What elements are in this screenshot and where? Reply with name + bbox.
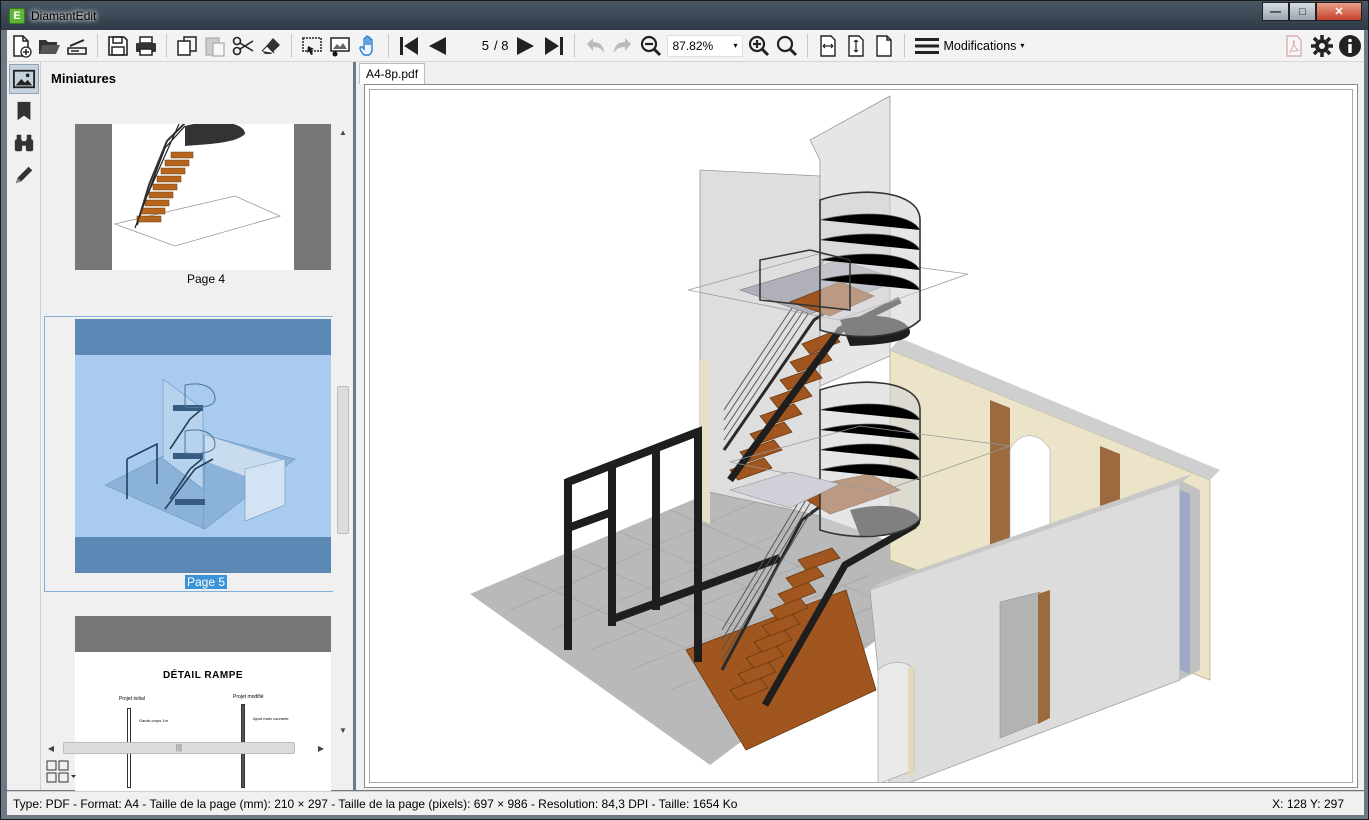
window-title: DiamantEdit: [31, 8, 97, 23]
thumbnail-col1: Projet initial: [119, 696, 145, 702]
thumbnail-label: Page 5: [184, 575, 228, 589]
close-button[interactable]: ✕: [1316, 2, 1362, 21]
toolbar-separator: [97, 33, 98, 58]
binoculars-icon[interactable]: [9, 128, 39, 158]
thumbnail-page-4[interactable]: Page 4: [45, 124, 333, 294]
modifications-menu-label: Modifications: [943, 38, 1017, 53]
document-tab[interactable]: A4-8p.pdf: [359, 63, 426, 84]
first-page-icon[interactable]: [395, 32, 423, 60]
scroll-left-icon[interactable]: ◀: [43, 744, 59, 753]
new-document-icon[interactable]: [7, 32, 35, 60]
minimize-button[interactable]: —: [1262, 2, 1289, 21]
open-folder-icon[interactable]: [35, 32, 63, 60]
eraser-icon[interactable]: [257, 32, 285, 60]
scrollbar-thumb[interactable]: |||: [63, 742, 295, 754]
scan-icon[interactable]: [63, 32, 91, 60]
page-fit-height-icon[interactable]: [842, 32, 870, 60]
maximize-button[interactable]: □: [1289, 2, 1316, 21]
toolbar: / 8 87.82% ▾ Modifications ▾: [7, 30, 1364, 62]
thumbnail-layout-button[interactable]: [45, 758, 81, 786]
thumbnail-note1: Garde-corps 1m: [139, 718, 168, 723]
page-total: / 8: [494, 38, 509, 53]
pdf-icon[interactable]: [1280, 32, 1308, 60]
thumbnail-page-5-image: [75, 319, 331, 573]
toolbar-separator: [291, 33, 292, 58]
previous-page-icon[interactable]: [423, 32, 451, 60]
info-icon[interactable]: [1336, 32, 1364, 60]
zoom-value: 87.82%: [672, 38, 714, 53]
grid-view-icon: [46, 760, 76, 783]
document-info: Type: PDF - Format: A4 - Taille de la pa…: [13, 796, 738, 811]
modifications-menu[interactable]: Modifications ▾: [911, 32, 1028, 60]
bookmark-icon[interactable]: [9, 96, 39, 126]
thumbnail-page-5[interactable]: Page 5: [44, 316, 333, 592]
status-bar: Type: PDF - Format: A4 - Taille de la pa…: [7, 791, 1364, 815]
paste-icon[interactable]: [201, 32, 229, 60]
scroll-up-icon[interactable]: ▲: [335, 124, 351, 140]
settings-icon[interactable]: [1308, 32, 1336, 60]
pencil-icon[interactable]: [9, 160, 39, 190]
zoom-dropdown[interactable]: 87.82% ▾: [667, 34, 744, 57]
window-controls: — □ ✕: [1262, 2, 1362, 21]
thumbnails-panel: Miniatures Page 4 Page 5 DÉTAIL RAMPE Pr…: [41, 62, 353, 796]
cut-icon[interactable]: [229, 32, 257, 60]
page-number-input[interactable]: [451, 34, 491, 57]
thumbnails-vertical-scrollbar[interactable]: ▲ ▼: [335, 124, 351, 738]
document-viewer: A4-8p.pdf: [356, 62, 1364, 790]
thumbnail-page-6-image: DÉTAIL RAMPE Projet initial Projet modif…: [75, 616, 331, 796]
thumbnails-horizontal-scrollbar[interactable]: ◀ ||| ▶: [43, 740, 333, 756]
page-content[interactable]: [369, 89, 1353, 783]
toolbar-separator: [904, 33, 906, 58]
scroll-right-icon[interactable]: ▶: [313, 744, 329, 753]
panel-icon-strip: [7, 62, 41, 790]
staircase-rendering: [470, 95, 1220, 782]
thumbnail-page-6[interactable]: DÉTAIL RAMPE Projet initial Projet modif…: [45, 616, 333, 796]
redo-icon[interactable]: [609, 32, 637, 60]
app-window: E DiamantEdit — □ ✕ / 8: [0, 0, 1369, 820]
page-single-icon[interactable]: [870, 32, 898, 60]
thumbnail-label: Page 4: [186, 272, 226, 286]
thumbnail-col2: Projet modifié: [233, 694, 264, 700]
thumbnail-heading: DÉTAIL RAMPE: [162, 670, 244, 681]
page-fit-width-icon[interactable]: [814, 32, 842, 60]
save-icon[interactable]: [104, 32, 132, 60]
copy-icon[interactable]: [173, 32, 201, 60]
panel-title: Miniatures: [51, 71, 117, 86]
next-page-icon[interactable]: [512, 32, 540, 60]
select-image-icon[interactable]: [326, 32, 354, 60]
undo-icon[interactable]: [581, 32, 609, 60]
zoom-fit-icon[interactable]: [773, 32, 801, 60]
app-logo-icon: E: [9, 7, 25, 24]
last-page-icon[interactable]: [540, 32, 568, 60]
zoom-out-icon[interactable]: [637, 32, 665, 60]
thumbnail-page-4-image: [75, 124, 331, 270]
hand-tool-icon[interactable]: [354, 32, 382, 60]
print-icon[interactable]: [132, 32, 160, 60]
toolbar-separator: [388, 33, 389, 58]
toolbar-separator: [807, 33, 809, 58]
chevron-down-icon: ▾: [1020, 41, 1025, 50]
thumbnail-list: Page 4 Page 5 DÉTAIL RAMPE Projet initia…: [41, 124, 333, 800]
thumbnails-icon[interactable]: [9, 64, 39, 94]
page-canvas[interactable]: [364, 84, 1358, 788]
cursor-coordinates: X: 128 Y: 297: [1272, 796, 1344, 811]
title-bar[interactable]: E DiamantEdit — □ ✕: [1, 1, 1368, 30]
scrollbar-thumb[interactable]: [337, 386, 349, 534]
toolbar-separator: [574, 33, 576, 58]
chevron-down-icon: ▾: [733, 41, 738, 50]
zoom-in-icon[interactable]: [745, 32, 773, 60]
scroll-down-icon[interactable]: ▼: [335, 722, 351, 738]
hamburger-menu-icon: [915, 37, 940, 54]
thumbnail-note2: Ajout main courante: [253, 716, 289, 721]
select-rect-icon[interactable]: [298, 32, 326, 60]
toolbar-separator: [166, 33, 167, 58]
